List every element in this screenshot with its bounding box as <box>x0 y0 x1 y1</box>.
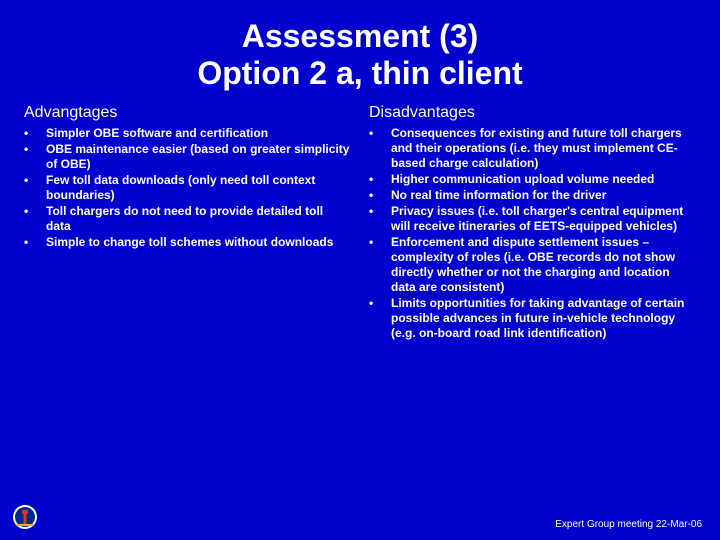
list-item: • Limits opportunities for taking advant… <box>369 296 696 341</box>
content-columns: Advangtages • Simpler OBE software and c… <box>0 92 720 342</box>
bullet-icon: • <box>369 235 391 250</box>
list-item-text: Limits opportunities for taking advantag… <box>391 296 696 341</box>
list-item: • Toll chargers do not need to provide d… <box>24 204 351 234</box>
list-item: • Few toll data downloads (only need tol… <box>24 173 351 203</box>
disadvantages-heading: Disadvantages <box>369 104 696 122</box>
bullet-icon: • <box>369 296 391 311</box>
bullet-icon: • <box>369 172 391 187</box>
list-item-text: Toll chargers do not need to provide det… <box>46 204 351 234</box>
bullet-icon: • <box>24 235 46 250</box>
list-item: • OBE maintenance easier (based on great… <box>24 142 351 172</box>
list-item-text: Simpler OBE software and certification <box>46 126 351 141</box>
bullet-icon: • <box>369 204 391 219</box>
list-item-text: No real time information for the driver <box>391 188 696 203</box>
bullet-icon: • <box>24 142 46 157</box>
list-item-text: Privacy issues (i.e. toll charger's cent… <box>391 204 696 234</box>
disadvantages-column: Disadvantages • Consequences for existin… <box>369 104 696 342</box>
title-line-1: Assessment (3) <box>0 18 720 55</box>
list-item: • Privacy issues (i.e. toll charger's ce… <box>369 204 696 234</box>
bullet-icon: • <box>369 188 391 203</box>
list-item-text: Few toll data downloads (only need toll … <box>46 173 351 203</box>
list-item: • Enforcement and dispute settlement iss… <box>369 235 696 295</box>
bullet-icon: • <box>24 173 46 188</box>
list-item-text: Higher communication upload volume neede… <box>391 172 696 187</box>
list-item: • Higher communication upload volume nee… <box>369 172 696 187</box>
footer-text: Expert Group meeting 22-Mar-06 <box>555 519 702 530</box>
bullet-icon: • <box>24 204 46 219</box>
list-item-text: Enforcement and dispute settlement issue… <box>391 235 696 295</box>
advantages-column: Advangtages • Simpler OBE software and c… <box>24 104 351 342</box>
list-item: • No real time information for the drive… <box>369 188 696 203</box>
list-item: • Consequences for existing and future t… <box>369 126 696 171</box>
list-item: • Simpler OBE software and certification <box>24 126 351 141</box>
list-item-text: Consequences for existing and future tol… <box>391 126 696 171</box>
list-item-text: Simple to change toll schemes without do… <box>46 235 351 250</box>
list-item: • Simple to change toll schemes without … <box>24 235 351 250</box>
bullet-icon: • <box>24 126 46 141</box>
bullet-icon: • <box>369 126 391 141</box>
list-item-text: OBE maintenance easier (based on greater… <box>46 142 351 172</box>
brand-logo-icon <box>12 504 38 530</box>
title-line-2: Option 2 a, thin client <box>0 55 720 92</box>
slide-title: Assessment (3) Option 2 a, thin client <box>0 0 720 92</box>
advantages-heading: Advangtages <box>24 104 351 122</box>
